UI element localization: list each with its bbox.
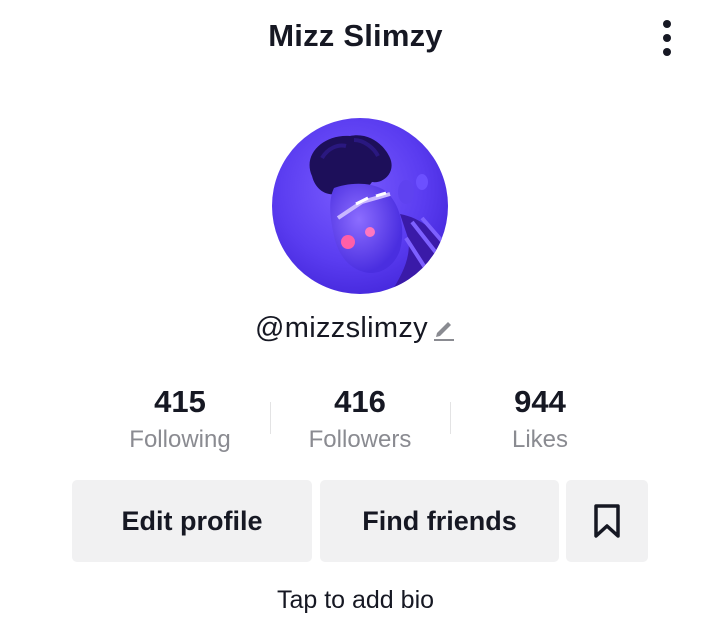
stat-value: 944 xyxy=(514,384,566,419)
avatar-image xyxy=(272,118,448,294)
edit-profile-button[interactable]: Edit profile xyxy=(72,480,312,562)
find-friends-button[interactable]: Find friends xyxy=(320,480,559,562)
profile-title: Mizz Slimzy xyxy=(268,18,443,53)
stat-following[interactable]: 415 Following xyxy=(90,382,270,462)
stat-divider xyxy=(450,402,451,434)
profile-handle: @mizzslimzy xyxy=(255,312,428,344)
bookmark-icon xyxy=(594,504,620,538)
stat-divider xyxy=(270,402,271,434)
more-options-icon[interactable] xyxy=(650,18,684,58)
profile-stats: 415 Following 416 Followers 944 Likes xyxy=(90,382,630,462)
more-dot xyxy=(663,20,671,28)
stat-label: Following xyxy=(129,426,231,453)
stat-label: Followers xyxy=(308,426,412,453)
bookmark-button[interactable] xyxy=(566,480,648,562)
stat-label: Likes xyxy=(511,426,569,453)
stat-likes[interactable]: 944 Likes xyxy=(450,382,630,462)
more-dot xyxy=(663,48,671,56)
profile-header: Mizz Slimzy xyxy=(0,0,711,78)
pencil-icon[interactable] xyxy=(432,316,456,342)
handle-row: @mizzslimzy xyxy=(0,312,711,345)
stat-followers[interactable]: 416 Followers xyxy=(270,382,450,462)
more-dot xyxy=(663,34,671,42)
stat-value: 415 xyxy=(154,384,206,419)
bio-prompt[interactable]: Tap to add bio xyxy=(0,586,711,615)
stat-value: 416 xyxy=(334,384,386,419)
avatar[interactable] xyxy=(272,118,448,294)
